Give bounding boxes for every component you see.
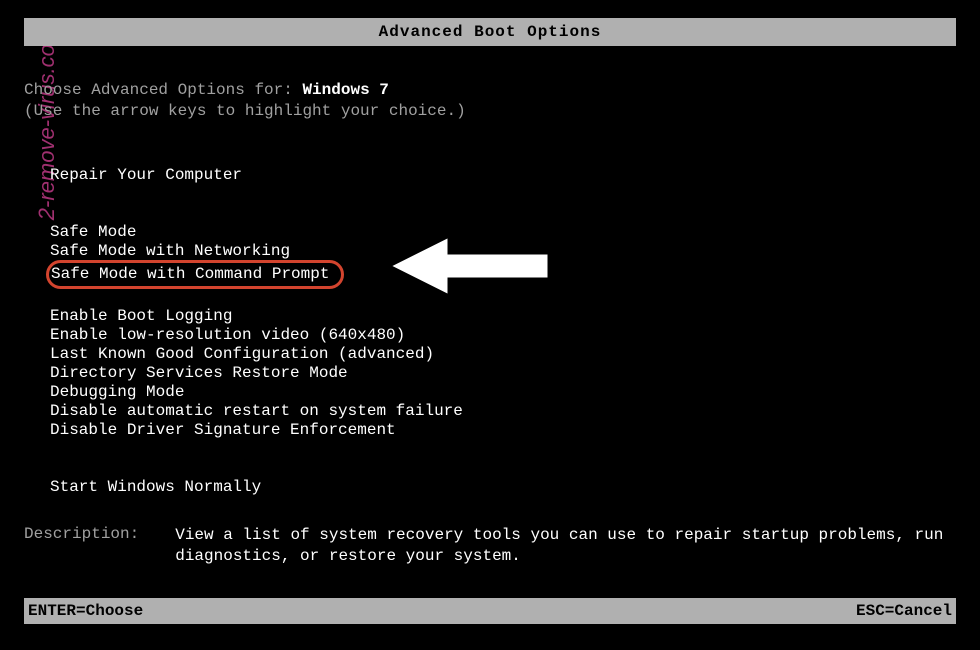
footer-esc: ESC=Cancel: [856, 602, 952, 620]
menu-last-known-good[interactable]: Last Known Good Configuration (advanced): [50, 345, 956, 364]
pointer-arrow-icon: [379, 231, 559, 301]
menu-disable-driver-sig[interactable]: Disable Driver Signature Enforcement: [50, 421, 956, 440]
menu-boot-logging[interactable]: Enable Boot Logging: [50, 307, 956, 326]
description-label: Description:: [24, 525, 139, 567]
intro-os: Windows 7: [302, 81, 388, 99]
footer-enter: ENTER=Choose: [28, 602, 143, 620]
footer-bar: ENTER=Choose ESC=Cancel: [24, 598, 956, 624]
menu-group-1: Repair Your Computer Safe Mode Safe Mode…: [24, 166, 956, 497]
menu-low-res-video[interactable]: Enable low-resolution video (640x480): [50, 326, 956, 345]
menu-safe-mode-cmd-highlighted[interactable]: Safe Mode with Command Prompt: [46, 260, 344, 289]
menu-ds-restore[interactable]: Directory Services Restore Mode: [50, 364, 956, 383]
menu-start-normally[interactable]: Start Windows Normally: [50, 478, 956, 497]
content-area: Choose Advanced Options for: Windows 7 (…: [24, 80, 956, 497]
menu-debugging[interactable]: Debugging Mode: [50, 383, 956, 402]
description-text: View a list of system recovery tools you…: [175, 525, 956, 567]
menu-repair-computer[interactable]: Repair Your Computer: [50, 166, 956, 185]
intro-hint: (Use the arrow keys to highlight your ch…: [24, 101, 956, 122]
menu-disable-auto-restart[interactable]: Disable automatic restart on system fail…: [50, 402, 956, 421]
intro-prefix: Choose Advanced Options for:: [24, 81, 302, 99]
title-text: Advanced Boot Options: [379, 23, 602, 41]
description-area: Description: View a list of system recov…: [24, 525, 956, 567]
menu-safe-mode-cmd-label: Safe Mode with Command Prompt: [51, 265, 329, 284]
intro-line: Choose Advanced Options for: Windows 7: [24, 80, 956, 101]
title-bar: Advanced Boot Options: [24, 18, 956, 46]
